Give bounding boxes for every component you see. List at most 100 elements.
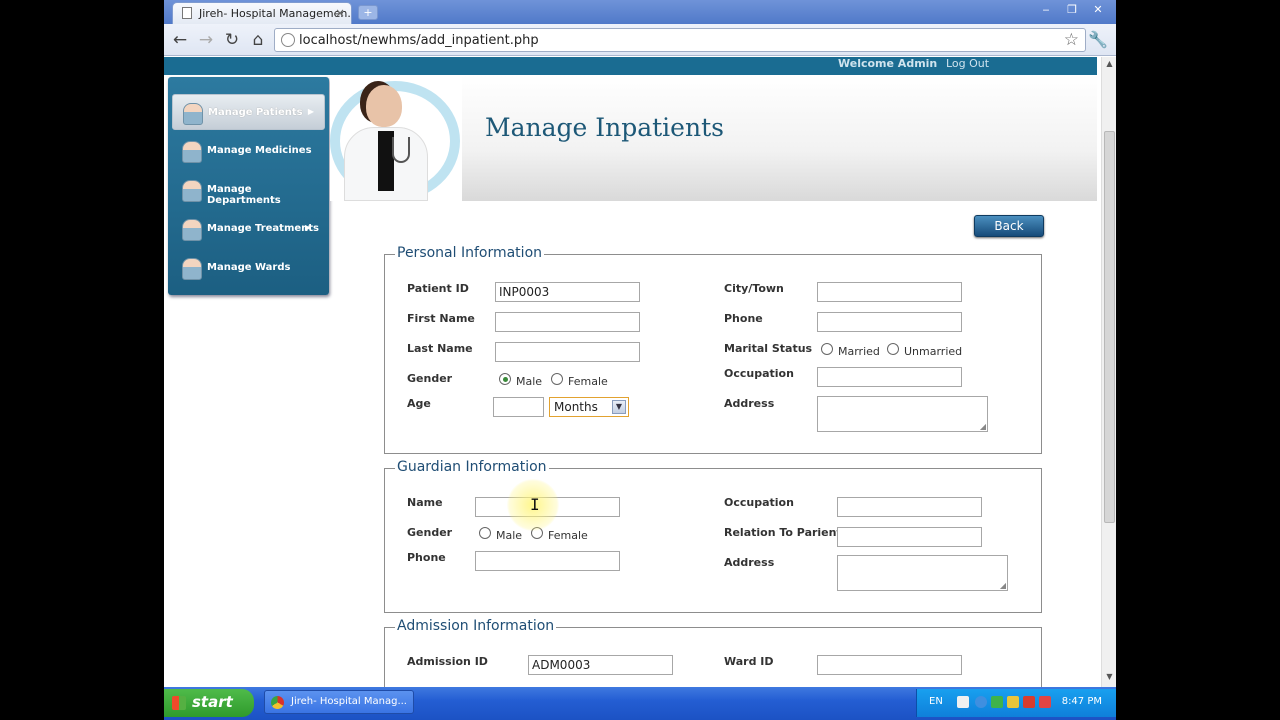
age-unit-value: Months (554, 400, 598, 414)
first-name-label: First Name (407, 312, 475, 325)
sidebar-item-manage-departments[interactable]: Manage Departments (172, 172, 325, 208)
system-tray: EN 8:47 PM (916, 689, 1116, 717)
help-tray-icon[interactable] (957, 696, 969, 708)
new-tab-button[interactable]: + (358, 5, 378, 20)
age-label: Age (407, 397, 431, 410)
start-label: start (192, 693, 233, 711)
ward-id-field[interactable] (817, 655, 962, 675)
gender-female-radio[interactable] (551, 373, 563, 385)
last-name-label: Last Name (407, 342, 473, 355)
globe-icon (281, 33, 295, 47)
gender-label: Gender (407, 372, 453, 385)
forward-arrow-icon[interactable]: → (196, 30, 216, 50)
logout-link[interactable]: Log Out (946, 57, 989, 70)
home-icon[interactable]: ⌂ (248, 30, 268, 50)
network-tray-icon[interactable] (975, 696, 987, 708)
tab-close-icon[interactable]: × (335, 6, 345, 20)
ward-id-label: Ward ID (724, 655, 774, 668)
married-label: Married (838, 345, 880, 358)
sidebar-item-manage-wards[interactable]: Manage Wards (172, 250, 325, 286)
minimize-icon[interactable]: ‒ (1034, 2, 1058, 18)
address-label: Address (724, 397, 775, 410)
sidebar-item-manage-treatments[interactable]: Manage Treatments ▶ (172, 211, 325, 247)
nurse-icon (182, 141, 202, 163)
occupation-field[interactable] (817, 367, 962, 387)
restore-icon[interactable]: ❐ (1060, 2, 1084, 18)
admission-id-label: Admission ID (407, 655, 488, 668)
city-field[interactable] (817, 282, 962, 302)
language-indicator[interactable]: EN (929, 696, 943, 707)
close-window-icon[interactable]: ✕ (1086, 2, 1110, 18)
first-name-field[interactable] (495, 312, 640, 332)
sidebar-item-label: Manage Patients (208, 107, 303, 118)
bookmark-star-icon[interactable]: ☆ (1064, 30, 1079, 50)
admission-id-field[interactable]: ADM0003 (528, 655, 673, 675)
guardian-address-textarea[interactable]: ◢ (837, 555, 1008, 591)
resize-grip-icon: ◢ (979, 422, 986, 431)
guardian-occupation-field[interactable] (837, 497, 982, 517)
submenu-arrow-icon: ▶ (307, 107, 314, 116)
phone-field[interactable] (817, 312, 962, 332)
sidebar-item-manage-medicines[interactable]: Manage Medicines (172, 133, 325, 169)
chevron-down-icon: ▼ (612, 400, 626, 414)
page-icon (182, 7, 192, 19)
scroll-down-icon[interactable]: ▼ (1103, 672, 1116, 685)
personal-info-fieldset: Personal Information Patient ID INP0003 … (384, 245, 1042, 454)
marital-status-label: Marital Status (724, 342, 813, 355)
last-name-field[interactable] (495, 342, 640, 362)
taskbar-chrome-window[interactable]: Jireh- Hospital Manag... (264, 690, 414, 714)
alert-tray-icon[interactable] (1039, 696, 1051, 708)
window-controls: ‒ ❐ ✕ (1034, 2, 1110, 18)
guardian-info-legend: Guardian Information (395, 459, 549, 475)
page-viewport: Welcome Admin Log Out Manage Patients ▶ … (164, 57, 1101, 687)
married-radio[interactable] (821, 343, 833, 355)
tab-title: Jireh- Hospital Managemen… (199, 7, 352, 20)
clock: 8:47 PM (1061, 696, 1102, 707)
start-button[interactable]: start (164, 689, 254, 717)
page-title: Manage Inpatients (485, 113, 724, 142)
unmarried-radio[interactable] (887, 343, 899, 355)
city-label: City/Town (724, 282, 784, 295)
phone-label: Phone (724, 312, 763, 325)
guardian-gender-label: Gender (407, 526, 453, 539)
age-unit-select[interactable]: Months ▼ (549, 397, 629, 417)
submenu-arrow-icon: ▶ (304, 223, 311, 232)
guardian-female-label: Female (548, 529, 588, 542)
taskbar: start Jireh- Hospital Manag... EN 8:47 P… (164, 687, 1116, 720)
guardian-phone-field[interactable] (475, 551, 620, 571)
back-arrow-icon[interactable]: ← (170, 30, 190, 50)
scroll-thumb[interactable] (1104, 131, 1115, 523)
relation-label: Relation To Parient (724, 526, 842, 539)
shield-tray-icon[interactable] (1007, 696, 1019, 708)
doctor-image (330, 75, 462, 201)
pdf-tray-icon[interactable] (1023, 696, 1035, 708)
reload-icon[interactable]: ↻ (222, 30, 242, 50)
guardian-male-radio[interactable] (479, 527, 491, 539)
age-field[interactable] (493, 397, 544, 417)
address-bar[interactable]: localhost/newhms/add_inpatient.php ☆ (274, 28, 1086, 52)
page-banner: Manage Inpatients (330, 75, 1097, 201)
sidebar-item-label: Manage Treatments (207, 223, 320, 234)
wrench-icon[interactable]: 🔧 (1088, 30, 1108, 49)
nurse-icon (182, 219, 202, 241)
unmarried-label: Unmarried (904, 345, 963, 358)
guardian-occupation-label: Occupation (724, 496, 794, 509)
address-textarea[interactable]: ◢ (817, 396, 988, 432)
windows-logo-icon (172, 696, 186, 710)
nurse-icon (183, 103, 203, 125)
title-bar: Jireh- Hospital Managemen… × + ‒ ❐ ✕ (164, 0, 1116, 24)
back-button[interactable]: Back (974, 215, 1044, 237)
patient-id-field[interactable]: INP0003 (495, 282, 640, 302)
sidebar-item-manage-patients[interactable]: Manage Patients ▶ (172, 94, 325, 130)
sidebar-item-label: Manage Medicines (207, 145, 312, 156)
admission-info-legend: Admission Information (395, 618, 557, 634)
guardian-address-label: Address (724, 556, 775, 569)
scroll-up-icon[interactable]: ▲ (1103, 59, 1116, 72)
gender-male-radio[interactable] (499, 373, 511, 385)
vertical-scrollbar[interactable]: ▲ ▼ (1101, 57, 1116, 687)
browser-window: Jireh- Hospital Managemen… × + ‒ ❐ ✕ ← →… (164, 0, 1116, 720)
battery-tray-icon[interactable] (991, 696, 1003, 708)
browser-tab[interactable]: Jireh- Hospital Managemen… × (172, 2, 352, 24)
nurse-icon (182, 180, 202, 202)
relation-field[interactable] (837, 527, 982, 547)
